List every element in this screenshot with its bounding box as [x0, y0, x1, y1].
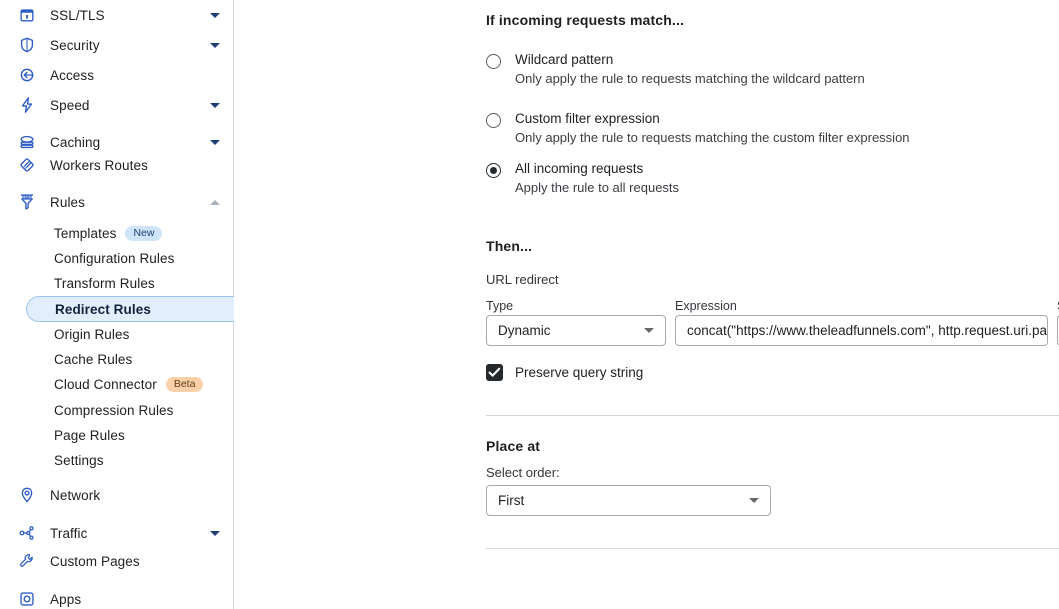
- sidebar-item-speed[interactable]: Speed: [0, 90, 234, 120]
- sidebar-item-apps[interactable]: Apps: [0, 584, 234, 609]
- preserve-query-string-label[interactable]: Preserve query string: [515, 365, 643, 380]
- chevron-down-icon[interactable]: [210, 530, 220, 536]
- network-pin-icon: [16, 484, 38, 506]
- action-type-label: URL redirect: [486, 272, 559, 287]
- radio-button[interactable]: [486, 113, 501, 128]
- radio-option-description: Only apply the rule to requests matching…: [515, 130, 910, 145]
- sidebar-subitem-label: Cache Rules: [54, 352, 133, 367]
- sidebar-item-label: Network: [50, 487, 101, 503]
- select-order-dropdown[interactable]: First: [486, 485, 771, 516]
- rules-funnel-icon: [16, 191, 38, 213]
- chevron-up-icon[interactable]: [210, 199, 220, 205]
- sidebar-subitem-label: Templates: [54, 226, 117, 241]
- sidebar-subitem-templates[interactable]: Templates New: [0, 221, 234, 246]
- then-section-heading: Then...: [486, 238, 533, 254]
- chevron-down-icon: [644, 328, 654, 333]
- sidebar-subitem-cache-rules[interactable]: Cache Rules: [0, 347, 234, 372]
- sidebar-item-traffic[interactable]: Traffic: [0, 518, 234, 548]
- check-icon: [488, 367, 501, 377]
- sidebar-item-security[interactable]: Security: [0, 30, 234, 60]
- main-content: If incoming requests match... Wildcard p…: [234, 0, 1059, 609]
- sidebar-subitem-page-rules[interactable]: Page Rules: [0, 423, 234, 448]
- shield-icon: [16, 34, 38, 56]
- sidebar-item-rules[interactable]: Rules: [0, 187, 234, 217]
- chevron-down-icon[interactable]: [210, 139, 220, 145]
- sidebar-subitem-cloud-connector[interactable]: Cloud Connector Beta: [0, 372, 234, 397]
- sidebar-item-ssl-tls[interactable]: SSL/TLS: [0, 0, 234, 30]
- sidebar-subitem-transform-rules[interactable]: Transform Rules: [0, 271, 234, 296]
- sidebar-subitem-redirect-rules[interactable]: Redirect Rules: [26, 296, 238, 322]
- sidebar-subitem-origin-rules[interactable]: Origin Rules: [0, 322, 234, 347]
- type-select-value: Dynamic: [498, 323, 551, 338]
- expression-input[interactable]: concat("https://www.theleadfunnels.com",…: [675, 315, 1048, 346]
- section-divider: [486, 415, 1059, 416]
- radio-option-all-incoming-requests[interactable]: All incoming requests Apply the rule to a…: [486, 161, 1046, 199]
- chevron-down-icon[interactable]: [210, 42, 220, 48]
- radio-option-title: Wildcard pattern: [515, 52, 614, 67]
- sidebar-subitem-label: Compression Rules: [54, 403, 174, 418]
- sidebar-item-label: Apps: [50, 591, 82, 607]
- sidebar-item-label: SSL/TLS: [50, 7, 105, 23]
- radio-button[interactable]: [486, 163, 501, 178]
- sidebar-item-workers-routes[interactable]: Workers Routes: [0, 150, 234, 180]
- sidebar-subitem-label: Redirect Rules: [55, 301, 151, 317]
- sidebar-item-custom-pages[interactable]: Custom Pages: [0, 546, 234, 576]
- sidebar-item-label: Security: [50, 37, 100, 53]
- select-order-label: Select order:: [486, 465, 560, 480]
- sidebar-item-label: Access: [50, 67, 95, 83]
- chevron-down-icon[interactable]: [210, 12, 220, 18]
- lightning-bolt-icon: [16, 94, 38, 116]
- sidebar-item-label: Custom Pages: [50, 553, 140, 569]
- sidebar-subitem-label: Page Rules: [54, 428, 125, 443]
- sidebar-subitem-label: Configuration Rules: [54, 251, 175, 266]
- expression-field-label: Expression: [675, 299, 737, 313]
- sidebar-subitem-compression-rules[interactable]: Compression Rules: [0, 398, 234, 423]
- sidebar-subitem-label: Cloud Connector: [54, 377, 157, 392]
- chevron-down-icon[interactable]: [210, 102, 220, 108]
- cloudflare-dashboard: SSL/TLS Security Access Speed Caching Workers…: [0, 0, 1059, 609]
- radio-option-description: Only apply the rule to requests matching…: [515, 71, 865, 86]
- radio-option-wildcard-pattern[interactable]: Wildcard pattern Only apply the rule to r…: [486, 52, 1046, 90]
- footer-divider: [486, 548, 1059, 549]
- sidebar-item-label: Speed: [50, 97, 90, 113]
- sidebar-item-label: Rules: [50, 194, 86, 210]
- sidebar-subitem-label: Settings: [54, 453, 104, 468]
- sidebar-navigation: SSL/TLS Security Access Speed Caching Workers…: [0, 0, 238, 609]
- expression-input-value: concat("https://www.theleadfunnels.com",…: [687, 323, 1047, 338]
- access-arrow-icon: [16, 64, 38, 86]
- badge-new: New: [125, 226, 163, 241]
- type-field-label: Type: [486, 299, 514, 313]
- radio-button[interactable]: [486, 54, 501, 69]
- sidebar-subitem-configuration-rules[interactable]: Configuration Rules: [0, 246, 234, 271]
- workers-diamond-icon: [16, 154, 38, 176]
- select-order-value: First: [498, 493, 525, 508]
- radio-option-custom-filter-expression[interactable]: Custom filter expression Only apply the r…: [486, 111, 1046, 149]
- radio-option-title: Custom filter expression: [515, 111, 660, 126]
- sidebar-item-label: Workers Routes: [50, 157, 148, 173]
- radio-option-title: All incoming requests: [515, 161, 644, 176]
- preserve-query-string-checkbox[interactable]: [486, 364, 503, 381]
- wrench-icon: [16, 550, 38, 572]
- type-select[interactable]: Dynamic: [486, 315, 666, 346]
- sidebar-item-access[interactable]: Access: [0, 60, 234, 90]
- sidebar-item-label: Traffic: [50, 525, 88, 541]
- sidebar-item-network[interactable]: Network: [0, 480, 234, 510]
- badge-beta: Beta: [165, 377, 204, 392]
- sidebar-item-label: Caching: [50, 134, 101, 150]
- ssl-lock-icon: [16, 4, 38, 26]
- place-section-heading: Place at: [486, 438, 541, 454]
- sidebar-subitem-label: Origin Rules: [54, 327, 130, 342]
- sidebar-subitem-settings[interactable]: Settings: [0, 448, 234, 473]
- sidebar-subitem-label: Transform Rules: [54, 276, 155, 291]
- match-section-heading: If incoming requests match...: [486, 12, 685, 28]
- chevron-down-icon: [749, 498, 759, 503]
- apps-square-icon: [16, 588, 38, 609]
- traffic-node-icon: [16, 522, 38, 544]
- radio-option-description: Apply the rule to all requests: [515, 180, 680, 195]
